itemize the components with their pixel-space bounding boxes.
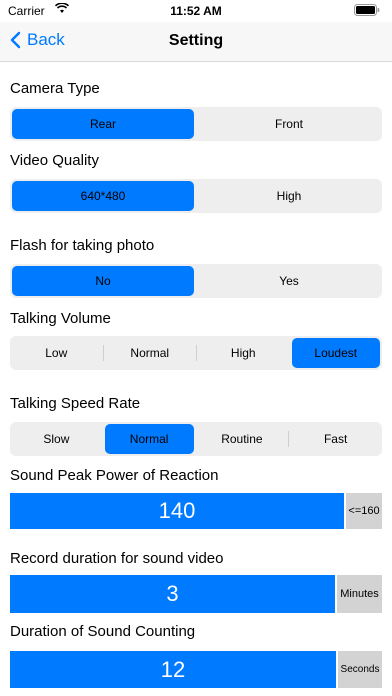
- sound-peak-value-field[interactable]: 140: [10, 493, 344, 529]
- sound-peak-unit: <=160: [346, 493, 382, 529]
- video-quality-option-640x480[interactable]: 640*480: [12, 181, 194, 211]
- record-duration-unit: Minutes: [337, 575, 382, 613]
- video-quality-label: Video Quality: [10, 152, 99, 169]
- sound-counting-row: 12 Seconds: [10, 651, 382, 688]
- talking-volume-option-normal[interactable]: Normal: [106, 338, 195, 368]
- segment-divider: [288, 431, 290, 447]
- talking-volume-option-loudest[interactable]: Loudest: [291, 338, 380, 368]
- camera-type-option-rear[interactable]: Rear: [12, 109, 194, 139]
- sound-counting-unit: Seconds: [338, 651, 382, 688]
- page-title: Setting: [168, 32, 224, 49]
- talking-speed-option-slow[interactable]: Slow: [12, 424, 101, 454]
- flash-label: Flash for taking photo: [10, 237, 155, 254]
- talking-volume-option-low[interactable]: Low: [12, 338, 101, 368]
- record-duration-value-field[interactable]: 3: [10, 575, 335, 613]
- talking-volume-segmented-control: Low Normal High Loudest: [10, 336, 382, 370]
- video-quality-segmented-control: 640*480 High: [10, 179, 382, 213]
- talking-volume-label: Talking Volume: [10, 310, 111, 327]
- status-time: 11:52 AM: [170, 4, 222, 18]
- talking-volume-option-high[interactable]: High: [199, 338, 288, 368]
- sound-counting-label: Duration of Sound Counting: [10, 623, 196, 640]
- camera-type-segmented-control: Rear Front: [10, 107, 382, 141]
- status-bar: Carrier 11:52 AM: [0, 0, 392, 22]
- segment-divider: [196, 345, 197, 361]
- record-duration-row: 3 Minutes: [10, 575, 382, 613]
- camera-type-option-front[interactable]: Front: [198, 109, 380, 139]
- flash-option-no[interactable]: No: [12, 266, 194, 296]
- nav-bar: Back Setting: [0, 22, 392, 62]
- flash-segmented-control: No Yes: [10, 264, 382, 298]
- sound-counting-value-field[interactable]: 12: [10, 651, 336, 688]
- segment-divider: [102, 345, 104, 361]
- flash-option-yes[interactable]: Yes: [198, 266, 380, 296]
- battery-icon: [354, 4, 380, 19]
- camera-type-label: Camera Type: [10, 80, 100, 97]
- talking-speed-label: Talking Speed Rate: [10, 395, 141, 412]
- record-duration-label: Record duration for sound video: [10, 550, 224, 567]
- sound-peak-row: 140 <=160: [10, 493, 382, 529]
- sound-peak-label: Sound Peak Power of Reaction: [10, 467, 219, 484]
- video-quality-option-high[interactable]: High: [198, 181, 380, 211]
- talking-speed-option-fast[interactable]: Fast: [291, 424, 380, 454]
- talking-speed-option-routine[interactable]: Routine: [198, 424, 287, 454]
- talking-speed-segmented-control: Slow Normal Routine Fast: [10, 422, 382, 456]
- talking-speed-option-normal[interactable]: Normal: [104, 424, 194, 454]
